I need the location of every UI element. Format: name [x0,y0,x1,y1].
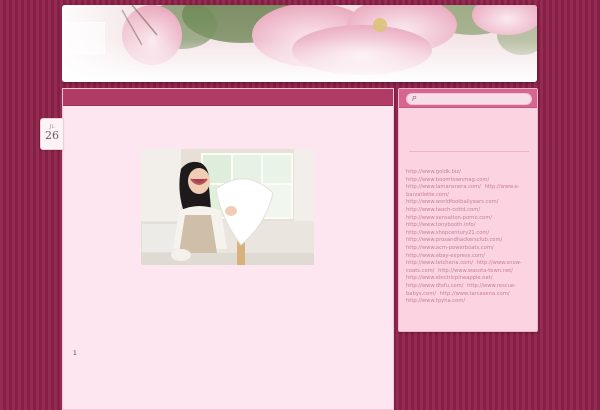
content-title-bar [63,89,393,106]
sidebar-link[interactable]: http://www.boomtownmag.com/ [406,177,489,183]
sidebar-link[interactable]: http://www.goldk.biz/ [406,169,461,175]
sidebar-link[interactable]: http://www.wasota-town.net/ [438,268,513,274]
sidebar-link[interactable]: http://www.tarcasena.com/ [440,291,510,297]
sidebar-link[interactable]: http://www.teach-cottd.com/ [406,207,480,213]
sidebar-link[interactable]: http://www.letcheria.com/ [406,260,473,266]
post-image[interactable] [141,149,314,265]
sidebar-link[interactable]: http://www.electricpineapple.net/ [406,275,492,281]
sidebar-link[interactable]: http://www.dtsfu.com/ [406,283,463,289]
page-number[interactable]: 1 [73,350,77,357]
search-box[interactable]: P [406,93,532,105]
magnifier-icon[interactable]: P [412,94,416,104]
sidebar-link[interactable]: http://www.lamansnera.com/ [406,184,481,190]
post-date-badge: JL 26 [40,118,64,150]
header-flower-banner [62,5,537,82]
site-header [62,5,537,82]
sidebar-link[interactable]: http://www.worldfootballyears.com/ [406,199,498,205]
sidebar-link[interactable]: http://www.tonybooth.info/ [406,222,475,228]
sidebar-divider [409,151,529,152]
sidebar-link[interactable]: http://www.sensation-porno.com/ [406,215,492,221]
woman-with-pillow-photo [141,149,314,265]
sidebar-link[interactable]: http://www.prosandhackersclub.com/ [406,237,502,243]
sidebar-link[interactable]: http://www.tpyha.com/ [406,298,465,304]
sidebar-search-bar: P [399,89,537,108]
search-input[interactable] [421,94,521,104]
sidebar-link[interactable]: http://www.acm-powerboats.com/ [406,245,494,251]
sidebar: P http://www.goldk.biz/ http://www.boomt… [398,88,538,332]
post-date-day: 26 [45,129,59,142]
sidebar-link[interactable]: http://www.shopcentury21.com/ [406,230,489,236]
sidebar-link[interactable]: http://www.ebay-express.com/ [406,253,485,259]
site-logo[interactable] [62,22,105,54]
sidebar-link-list: http://www.goldk.biz/ http://www.boomtow… [406,169,530,306]
